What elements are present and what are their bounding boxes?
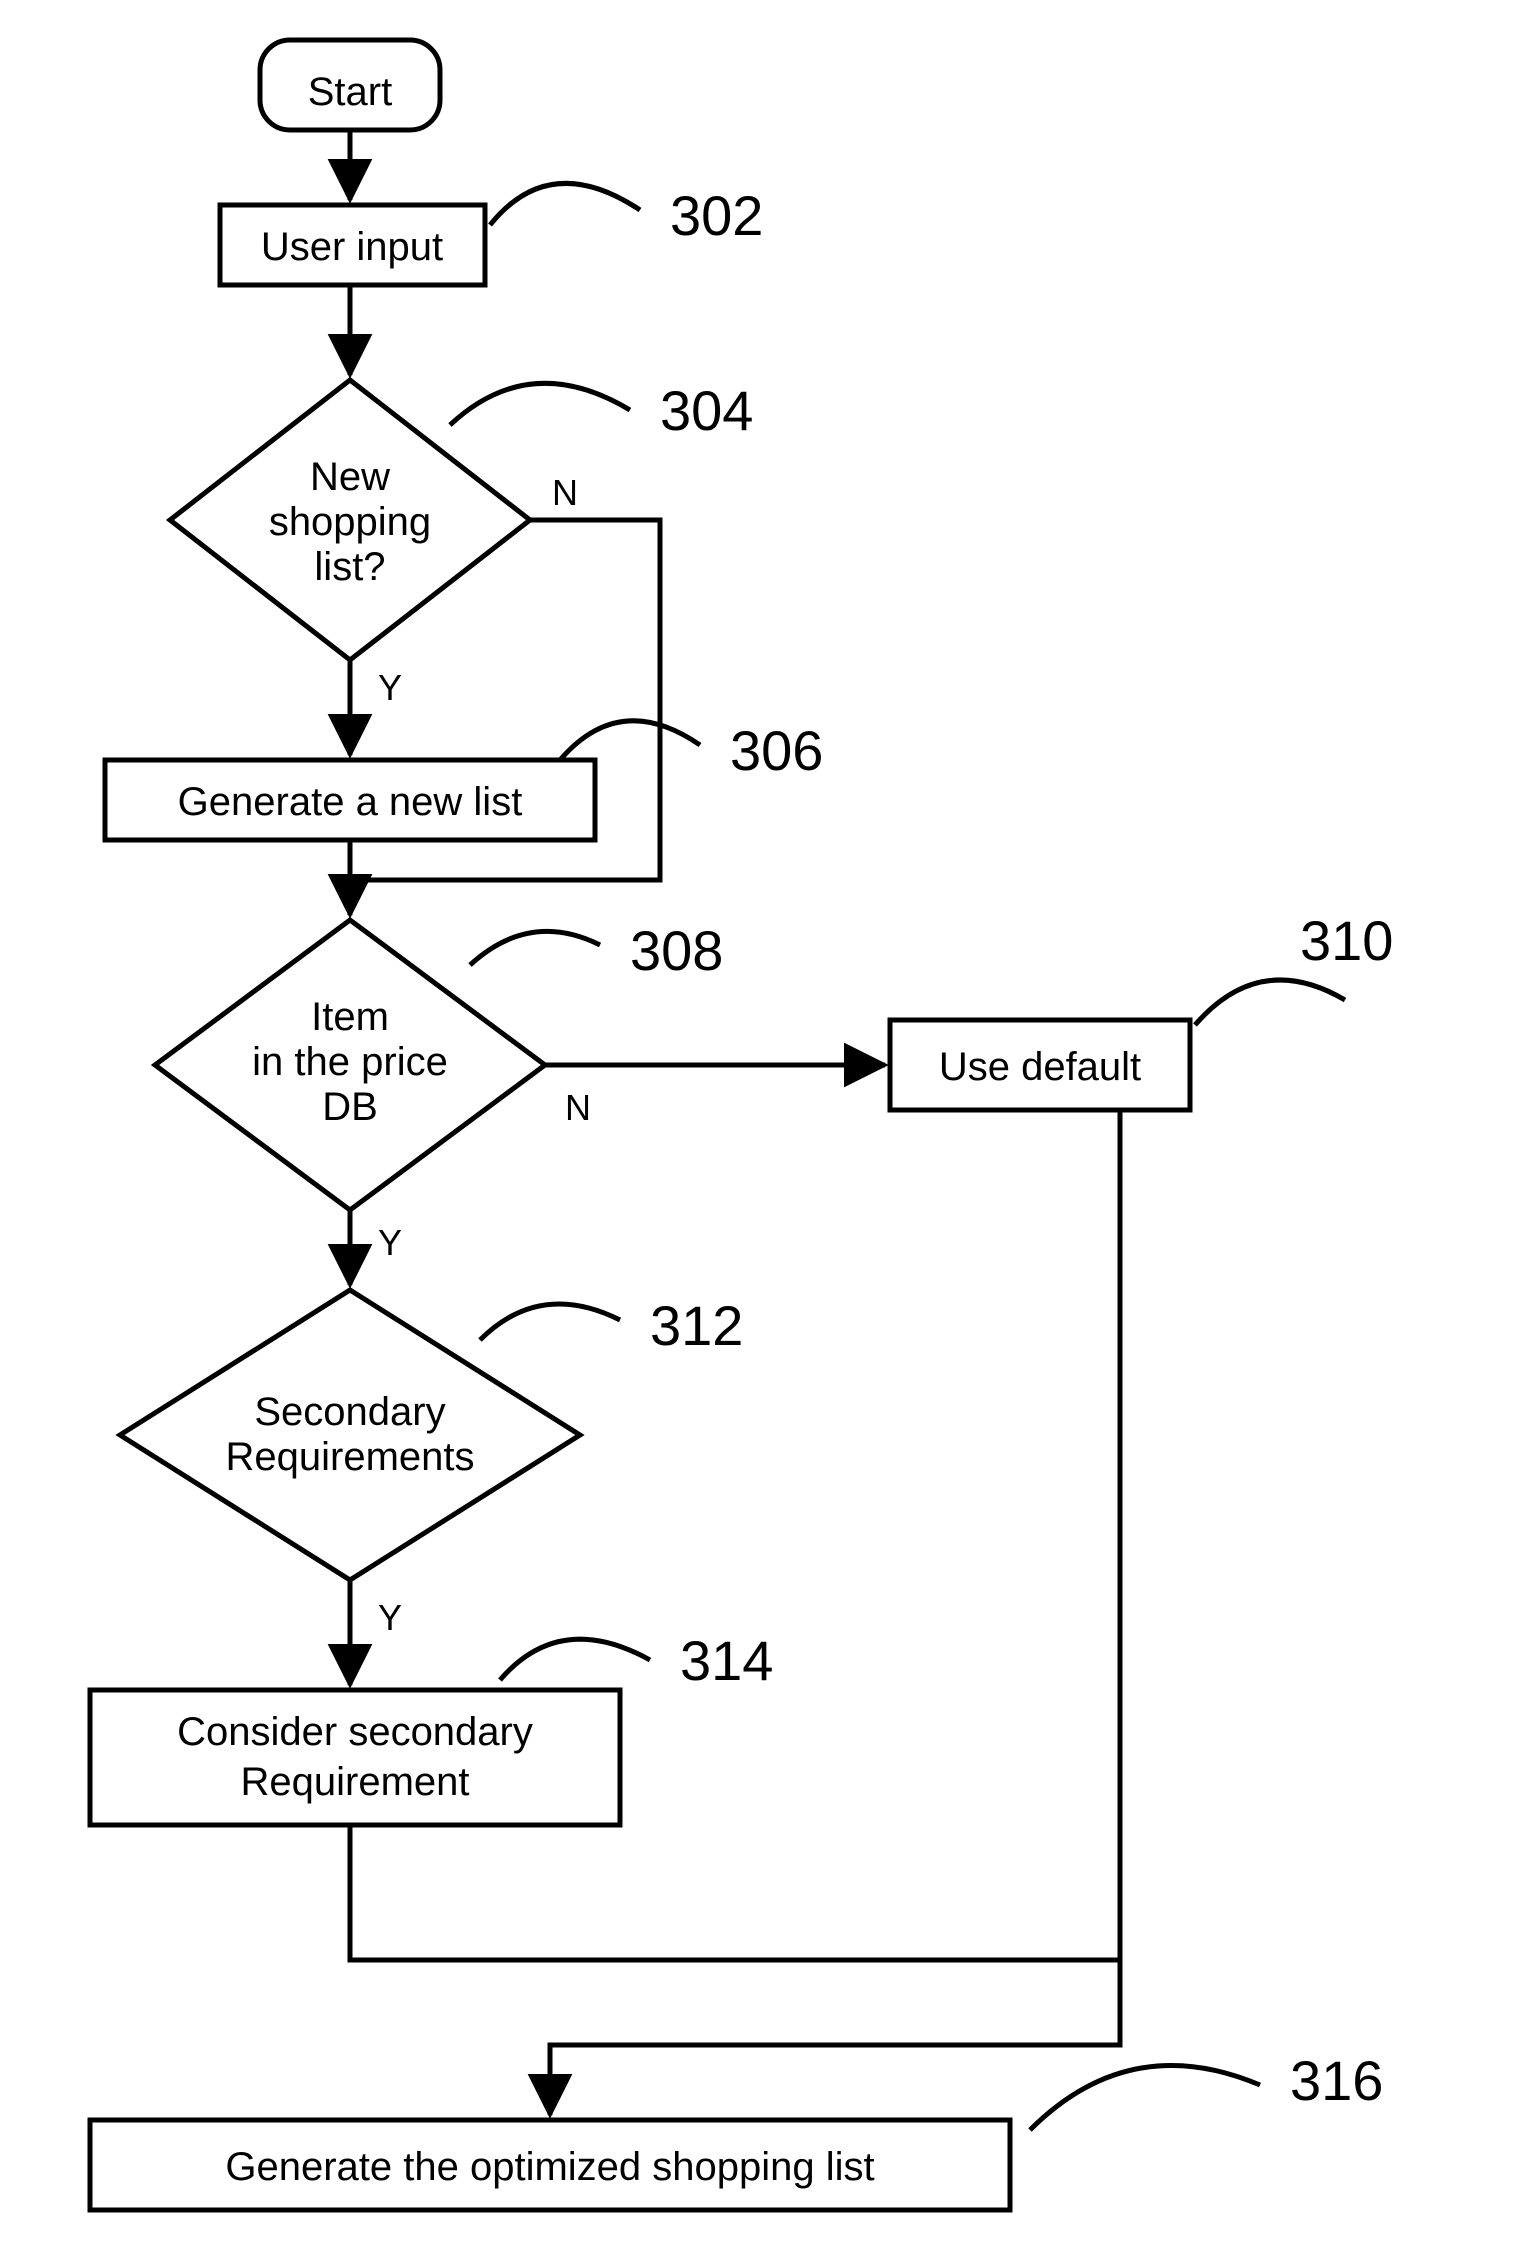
node-304-line1: New (310, 455, 390, 499)
node-312-line2: Requirements (225, 1435, 474, 1479)
node-304-line3: list? (314, 545, 385, 589)
flowchart: Start User input New shopping list? Gene… (0, 0, 1522, 2264)
edge-312-yes-label: Y (378, 1597, 402, 1638)
leader-316 (1030, 2065, 1260, 2130)
node-308-line3: DB (322, 1085, 378, 1129)
edge-308-no-label: N (565, 1087, 591, 1128)
node-306-label: Generate a new list (178, 780, 523, 824)
edge-314-to-316 (350, 1825, 1120, 2115)
ref-306: 306 (730, 719, 823, 782)
ref-302: 302 (670, 184, 763, 247)
node-316-label: Generate the optimized shopping list (225, 2145, 874, 2189)
node-304-line2: shopping (269, 500, 431, 544)
leader-312 (480, 1304, 620, 1340)
leader-310 (1195, 980, 1345, 1025)
node-314-line2: Requirement (240, 1760, 469, 1804)
leader-306 (560, 721, 700, 760)
ref-314: 314 (680, 1629, 773, 1692)
node-304-new-shopping-list: New shopping list? (170, 380, 530, 660)
node-310-use-default: Use default (890, 1020, 1190, 1110)
node-start: Start (260, 40, 440, 130)
node-308-line1: Item (311, 995, 389, 1039)
leader-308 (470, 931, 600, 965)
node-310-label: Use default (939, 1045, 1141, 1089)
ref-316: 316 (1290, 2049, 1383, 2112)
node-302-user-input: User input (220, 205, 485, 285)
leader-302 (490, 183, 640, 225)
ref-308: 308 (630, 919, 723, 982)
ref-310: 310 (1300, 909, 1393, 972)
node-312-secondary-requirements: Secondary Requirements (120, 1290, 580, 1580)
node-308-line2: in the price (252, 1040, 448, 1084)
node-312-line1: Secondary (254, 1390, 445, 1434)
node-308-item-in-price-db: Item in the price DB (155, 920, 545, 1210)
node-302-label: User input (261, 225, 443, 269)
node-314-consider-secondary-requirement: Consider secondary Requirement (90, 1690, 620, 1825)
ref-312: 312 (650, 1294, 743, 1357)
edge-308-yes-label: Y (378, 1222, 402, 1263)
edge-304-no-label: N (552, 472, 578, 513)
leader-314 (500, 1639, 650, 1680)
edge-304-yes-label: Y (378, 667, 402, 708)
node-306-generate-new-list: Generate a new list (105, 760, 595, 840)
leader-304 (450, 383, 630, 425)
node-316-generate-optimized-list: Generate the optimized shopping list (90, 2120, 1010, 2210)
ref-304: 304 (660, 379, 753, 442)
node-314-line1: Consider secondary (177, 1710, 533, 1754)
start-label: Start (308, 70, 392, 114)
